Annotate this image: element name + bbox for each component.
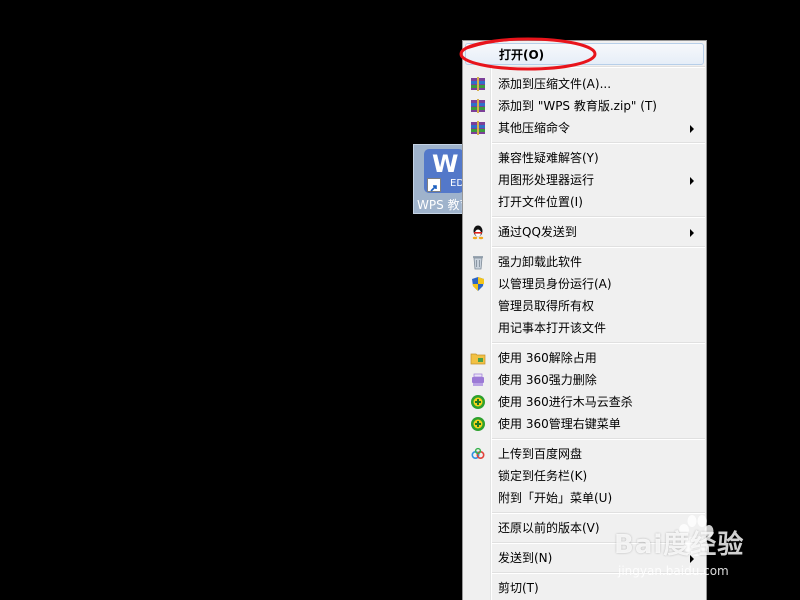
360-security-icon xyxy=(470,416,486,432)
menu-item-open-file-location[interactable]: 打开文件位置(I) xyxy=(465,191,704,213)
menu-item-label: 通过QQ发送到 xyxy=(498,225,577,239)
wps-letter: W xyxy=(432,150,459,178)
menu-separator xyxy=(492,216,705,218)
menu-item-force-uninstall[interactable]: 强力卸载此软件 xyxy=(465,251,704,273)
menu-item-360-trojan-scan[interactable]: 使用 360进行木马云查杀 xyxy=(465,391,704,413)
menu-item-label: 上传到百度网盘 xyxy=(498,447,583,461)
menu-item-send-via-qq[interactable]: 通过QQ发送到 xyxy=(465,221,704,243)
menu-item-label: 管理员取得所有权 xyxy=(498,299,595,313)
menu-separator xyxy=(492,246,705,248)
menu-item-label: 使用 360强力删除 xyxy=(498,373,597,387)
360-security-icon xyxy=(470,394,486,410)
submenu-arrow-icon xyxy=(690,125,694,133)
winrar-archive-icon xyxy=(470,120,486,136)
menu-item-other-compress[interactable]: 其他压缩命令 xyxy=(465,117,704,139)
shortcut-label: WPS 教育 xyxy=(417,198,464,212)
menu-item-360-unlock[interactable]: 使用 360解除占用 xyxy=(465,347,704,369)
menu-item-label: 用图形处理器运行 xyxy=(498,173,595,187)
baidu-cloud-icon xyxy=(470,446,486,462)
menu-item-add-to-archive[interactable]: 添加到压缩文件(A)... xyxy=(465,73,704,95)
menu-item-label: 添加到 "WPS 教育版.zip" (T) xyxy=(498,99,657,113)
menu-item-open-with-notepad[interactable]: 用记事本打开该文件 xyxy=(465,317,704,339)
baidu-jingyan-watermark: Bai度经验 jingyan.baidu.com xyxy=(612,512,792,596)
menu-item-label: 添加到压缩文件(A)... xyxy=(498,77,612,91)
submenu-arrow-icon xyxy=(690,177,694,185)
menu-item-label: 打开文件位置(I) xyxy=(498,195,583,209)
menu-item-360-force-delete[interactable]: 使用 360强力删除 xyxy=(465,369,704,391)
winrar-archive-icon xyxy=(470,76,486,92)
qq-penguin-icon xyxy=(470,224,486,240)
uac-shield-icon xyxy=(470,276,486,292)
menu-item-label: 使用 360管理右键菜单 xyxy=(498,417,621,431)
submenu-arrow-icon xyxy=(690,229,694,237)
menu-item-label: 以管理员身份运行(A) xyxy=(498,277,612,291)
shortcut-arrow-icon xyxy=(427,178,441,192)
menu-item-run-as-admin[interactable]: 以管理员身份运行(A) xyxy=(465,273,704,295)
menu-item-label: 强力卸载此软件 xyxy=(498,255,583,269)
menu-item-upload-baidu-netdisk[interactable]: 上传到百度网盘 xyxy=(465,443,704,465)
menu-item-pin-to-start-menu[interactable]: 附到「开始」菜单(U) xyxy=(465,487,704,509)
desktop: W ED WPS 教育 打开(O) xyxy=(0,0,800,600)
menu-item-take-ownership[interactable]: 管理员取得所有权 xyxy=(465,295,704,317)
menu-item-label: 还原以前的版本(V) xyxy=(498,521,600,535)
watermark-brand: Bai度经验 xyxy=(614,530,745,560)
menu-separator xyxy=(492,342,705,344)
menu-item-label: 兼容性疑难解答(Y) xyxy=(498,151,599,165)
menu-item-label: 使用 360解除占用 xyxy=(498,351,597,365)
menu-separator xyxy=(492,142,705,144)
menu-item-label: 附到「开始」菜单(U) xyxy=(498,491,613,505)
watermark-url: jingyan.baidu.com xyxy=(618,564,729,578)
menu-item-compat-troubleshoot[interactable]: 兼容性疑难解答(Y) xyxy=(465,147,704,169)
menu-item-label: 使用 360进行木马云查杀 xyxy=(498,395,633,409)
trash-bin-icon xyxy=(470,254,486,270)
winrar-archive-icon xyxy=(470,98,486,114)
menu-item-add-to-zip[interactable]: 添加到 "WPS 教育版.zip" (T) xyxy=(465,95,704,117)
menu-item-label: 剪切(T) xyxy=(498,581,539,595)
menu-item-360-manage-context-menu[interactable]: 使用 360管理右键菜单 xyxy=(465,413,704,435)
folder-unlock-icon xyxy=(470,350,486,366)
menu-item-pin-to-taskbar[interactable]: 锁定到任务栏(K) xyxy=(465,465,704,487)
menu-separator xyxy=(492,438,705,440)
menu-item-label: 用记事本打开该文件 xyxy=(498,321,607,335)
shredder-icon xyxy=(470,372,486,388)
red-annotation-ellipse xyxy=(459,37,597,71)
menu-item-label: 锁定到任务栏(K) xyxy=(498,469,588,483)
menu-item-label: 发送到(N) xyxy=(498,551,553,565)
wps-education-shortcut[interactable]: W ED WPS 教育 xyxy=(413,144,465,214)
menu-item-run-with-gpu[interactable]: 用图形处理器运行 xyxy=(465,169,704,191)
menu-item-label: 其他压缩命令 xyxy=(498,121,571,135)
